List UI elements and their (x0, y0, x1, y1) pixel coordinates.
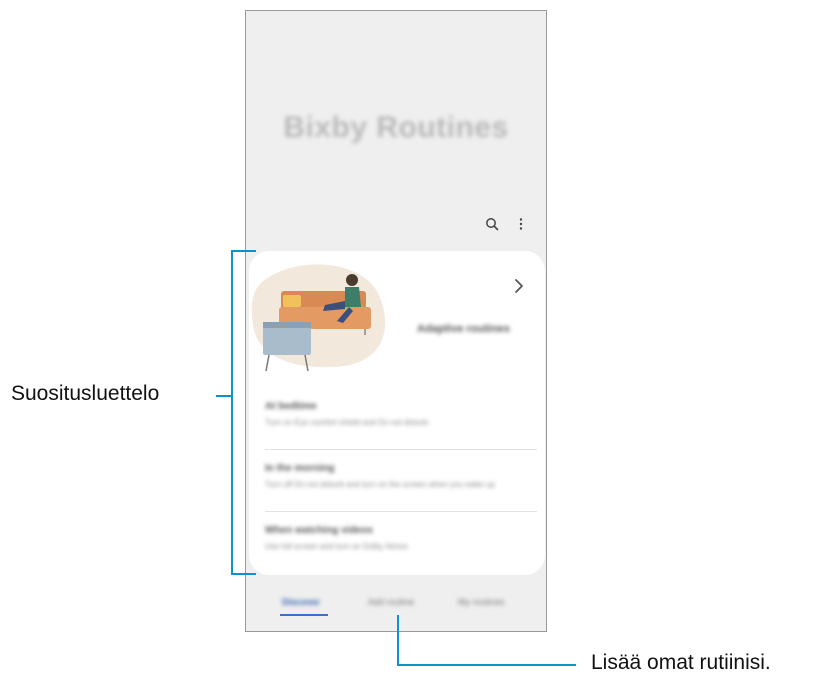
callout-connector (216, 395, 231, 397)
tab-my-routines[interactable]: My routines (458, 597, 505, 607)
search-icon[interactable] (482, 214, 502, 234)
list-item-subtitle: Turn off Do not disturb and turn on the … (265, 480, 495, 489)
couch-illustration (251, 264, 386, 372)
recommendation-list-card: Adaptive routines At bedtime Turn on Eye… (249, 251, 545, 575)
more-options-icon[interactable] (511, 214, 531, 234)
card-heading: Adaptive routines (417, 323, 510, 335)
list-item-morning[interactable]: In the morning Turn off Do not disturb a… (265, 463, 535, 513)
app-title: Bixby Routines (283, 111, 509, 144)
bracket-line (231, 250, 233, 575)
chevron-right-icon[interactable] (511, 276, 527, 296)
tab-add-routine[interactable]: Add routine (368, 597, 414, 607)
callout-add-routines: Lisää omat rutiinisi. (591, 651, 771, 674)
bracket-top (231, 250, 256, 252)
phone-screen: Bixby Routines Adaptive routines At bedt… (245, 10, 547, 632)
list-item-bedtime[interactable]: At bedtime Turn on Eye comfort shield an… (265, 401, 535, 451)
callout-line-horizontal (397, 664, 576, 666)
callout-recommendation-list: Suositusluettelo (11, 382, 160, 405)
bracket-bottom (231, 573, 256, 575)
list-item-videos[interactable]: When watching videos Use full screen and… (265, 525, 535, 575)
list-item-subtitle: Use full screen and turn on Dolby Atmos (265, 542, 408, 551)
active-tab-indicator (280, 614, 328, 616)
callout-line-vertical (397, 615, 399, 666)
tab-discover[interactable]: Discover (282, 597, 320, 607)
list-item-title: In the morning (265, 463, 335, 474)
list-item-title: When watching videos (265, 525, 373, 536)
divider (265, 511, 537, 512)
divider (265, 449, 537, 450)
list-item-subtitle: Turn on Eye comfort shield and Do not di… (265, 418, 428, 427)
list-item-title: At bedtime (265, 401, 317, 412)
